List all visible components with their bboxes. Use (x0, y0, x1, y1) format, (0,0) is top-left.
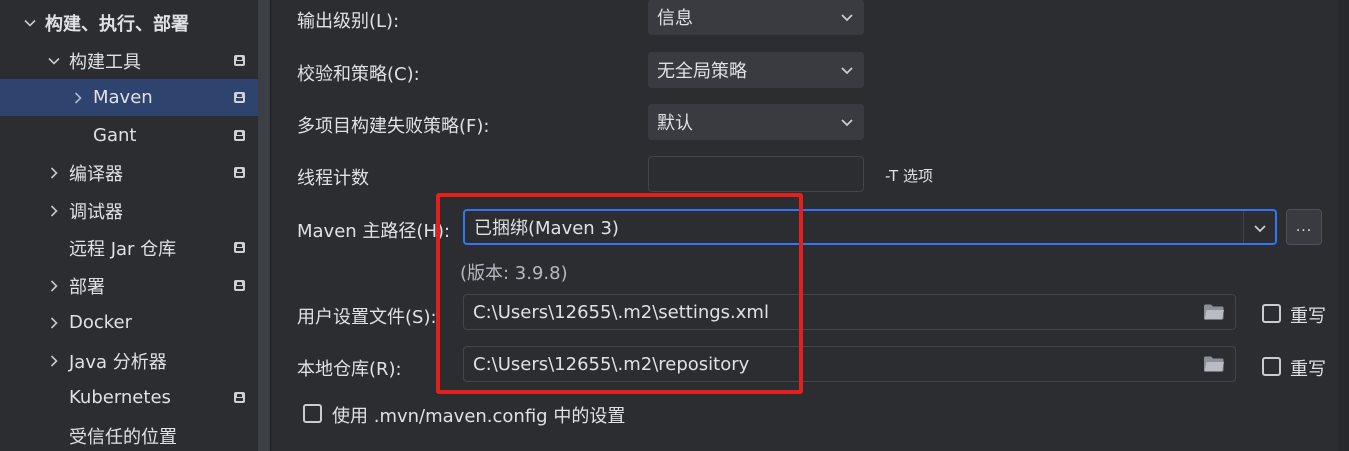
output-level-dropdown[interactable]: 信息 (648, 0, 864, 35)
tree-item-label: 构建、执行、部署 (45, 13, 189, 35)
project-scope-icon (234, 280, 245, 291)
project-scope-icon (234, 392, 245, 403)
project-scope-icon (234, 130, 245, 141)
tree-item-label: 调试器 (69, 201, 123, 223)
tree-item-build-tools[interactable]: 构建工具 (0, 42, 270, 79)
settings-window: 构建、执行、部署 构建工具 Maven Gant 编译器 调试器 远程 Jar … (0, 0, 1349, 451)
divider (1243, 211, 1244, 243)
scrollbar-track[interactable] (1338, 0, 1349, 451)
sidebar-splitter[interactable] (258, 0, 270, 451)
chevron-right-icon[interactable] (70, 90, 86, 106)
output-level-value: 信息 (657, 8, 693, 29)
maven-version-text: (版本: 3.9.8) (460, 263, 568, 284)
tree-item-java-profiler[interactable]: Java 分析器 (0, 342, 270, 379)
override-user-settings-checkbox[interactable] (1262, 304, 1281, 323)
maven-home-label: Maven 主路径(H): (297, 221, 451, 242)
thread-count-input[interactable] (648, 156, 864, 192)
tree-item-trusted-locations[interactable]: 受信任的位置 (0, 417, 270, 451)
chevron-down-icon (841, 67, 853, 75)
tree-item-label: 受信任的位置 (69, 426, 177, 448)
use-mvn-config-label: 使用 .mvn/maven.config 中的设置 (332, 406, 626, 427)
tree-item-build-execution-deployment[interactable]: 构建、执行、部署 (0, 4, 270, 41)
tree-item-remote-jar-repos[interactable]: 远程 Jar 仓库 (0, 229, 270, 266)
maven-home-browse-button[interactable]: ... (1286, 209, 1322, 245)
chevron-right-icon[interactable] (46, 315, 62, 331)
project-scope-icon (234, 242, 245, 253)
project-scope-icon (234, 92, 245, 103)
thread-count-hint: -T 选项 (885, 167, 933, 185)
use-mvn-config-checkbox[interactable] (303, 404, 322, 423)
tree-item-debugger[interactable]: 调试器 (0, 192, 270, 229)
tree-item-label: Maven (93, 87, 153, 108)
chevron-down-icon[interactable] (46, 53, 62, 69)
user-settings-field[interactable]: C:\Users\12655\.m2\settings.xml (463, 294, 1236, 330)
override-local-repo-checkbox[interactable] (1262, 357, 1281, 376)
folder-icon[interactable] (1203, 303, 1225, 321)
user-settings-label: 用户设置文件(S): (297, 307, 437, 328)
local-repository-value: C:\Users\12655\.m2\repository (473, 353, 750, 375)
local-repository-field[interactable]: C:\Users\12655\.m2\repository (463, 346, 1236, 382)
user-settings-value: C:\Users\12655\.m2\settings.xml (473, 301, 769, 323)
settings-tree: 构建、执行、部署 构建工具 Maven Gant 编译器 调试器 远程 Jar … (0, 0, 270, 451)
chevron-down-icon (841, 119, 853, 127)
tree-item-label: 远程 Jar 仓库 (69, 238, 177, 260)
tree-item-compiler[interactable]: 编译器 (0, 154, 270, 191)
multiproject-fail-policy-dropdown[interactable]: 默认 (648, 104, 864, 140)
tree-item-deployment[interactable]: 部署 (0, 267, 270, 304)
chevron-right-icon[interactable] (46, 165, 62, 181)
thread-count-label: 线程计数 (297, 168, 369, 189)
tree-item-label: Gant (93, 125, 137, 146)
maven-home-dropdown[interactable]: 已捆绑(Maven 3) (463, 209, 1277, 245)
checksum-policy-value: 无全局策略 (657, 61, 747, 82)
local-repository-label: 本地仓库(R): (297, 359, 402, 380)
folder-icon[interactable] (1203, 355, 1225, 373)
tree-item-label: Java 分析器 (69, 351, 167, 373)
chevron-down-icon[interactable] (1252, 220, 1268, 236)
project-scope-icon (234, 55, 245, 66)
checksum-policy-dropdown[interactable]: 无全局策略 (648, 52, 864, 88)
tree-item-label: 部署 (69, 276, 105, 298)
chevron-down-icon[interactable] (22, 15, 38, 31)
override-label: 重写 (1290, 359, 1326, 380)
multiproject-fail-policy-label: 多项目构建失败策略(F): (297, 116, 490, 137)
output-level-label: 输出级别(L): (297, 11, 400, 32)
tree-item-docker[interactable]: Docker (0, 304, 270, 341)
chevron-right-icon[interactable] (46, 278, 62, 294)
project-scope-icon (234, 167, 245, 178)
maven-home-value: 已捆绑(Maven 3) (474, 218, 619, 239)
multiproject-fail-policy-value: 默认 (657, 113, 693, 134)
chevron-right-icon[interactable] (46, 203, 62, 219)
tree-item-maven[interactable]: Maven (0, 79, 270, 116)
tree-item-label: 编译器 (69, 163, 123, 185)
tree-item-label: 构建工具 (69, 51, 141, 73)
tree-item-label: Kubernetes (69, 387, 171, 408)
tree-item-gant[interactable]: Gant (0, 117, 270, 154)
checksum-policy-label: 校验和策略(C): (297, 64, 420, 85)
override-label: 重写 (1290, 306, 1326, 327)
tree-item-kubernetes[interactable]: Kubernetes (0, 379, 270, 416)
tree-item-label: Docker (69, 312, 133, 333)
chevron-down-icon (841, 14, 853, 22)
chevron-right-icon[interactable] (46, 353, 62, 369)
